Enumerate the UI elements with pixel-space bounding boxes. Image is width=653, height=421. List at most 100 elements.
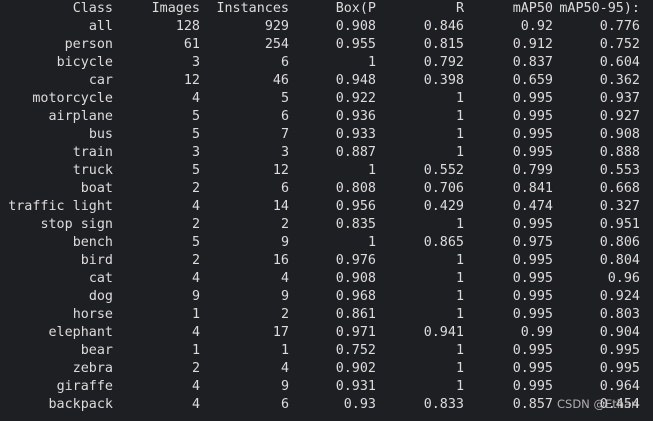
cell-box-p: 0.976 — [335, 253, 376, 268]
cell-map50: 0.841 — [512, 181, 553, 196]
cell-class: truck — [72, 163, 113, 178]
header-instances: Instances — [216, 1, 289, 16]
cell-map50: 0.995 — [512, 379, 553, 394]
header-map50-95: mAP50-95): — [559, 1, 640, 16]
table-row: elephant 4 17 0.971 0.941 0.99 0.904 — [0, 324, 653, 342]
cell-map50: 0.995 — [512, 361, 553, 376]
cell-box-p: 0.971 — [335, 325, 376, 340]
cell-images: 1 — [191, 307, 200, 322]
cell-map50-95: 0.927 — [599, 109, 640, 124]
cell-r: 0.792 — [423, 55, 464, 70]
cell-instances: 7 — [280, 127, 289, 142]
cell-class: person — [64, 37, 113, 52]
cell-map50-95: 0.752 — [599, 37, 640, 52]
cell-class: stop sign — [40, 217, 113, 232]
cell-map50: 0.659 — [512, 73, 553, 88]
table-row: zebra 2 4 0.902 1 0.995 0.995 — [0, 360, 653, 378]
cell-instances: 1 — [280, 343, 289, 358]
cell-r: 0.706 — [423, 181, 464, 196]
cell-class: giraffe — [56, 379, 113, 394]
cell-r: 0.865 — [423, 235, 464, 250]
cell-box-p: 1 — [367, 55, 376, 70]
cell-box-p: 0.948 — [335, 73, 376, 88]
table-row: bird 2 16 0.976 1 0.995 0.804 — [0, 252, 653, 270]
header-images: Images — [151, 1, 200, 16]
cell-map50-95: 0.96 — [607, 271, 640, 286]
table-row: horse 1 2 0.861 1 0.995 0.803 — [0, 306, 653, 324]
cell-instances: 6 — [280, 397, 289, 412]
cell-box-p: 0.908 — [335, 19, 376, 34]
cell-images: 4 — [191, 325, 200, 340]
cell-map50-95: 0.995 — [599, 343, 640, 358]
cell-images: 2 — [191, 181, 200, 196]
cell-images: 4 — [191, 91, 200, 106]
cell-map50-95: 0.908 — [599, 127, 640, 142]
cell-box-p: 0.752 — [335, 343, 376, 358]
cell-r: 1 — [455, 145, 464, 160]
cell-class: bus — [88, 127, 113, 142]
cell-map50-95: 0.668 — [599, 181, 640, 196]
cell-r: 0.815 — [423, 37, 464, 52]
cell-map50: 0.995 — [512, 343, 553, 358]
cell-images: 4 — [191, 199, 200, 214]
cell-map50-95: 0.362 — [599, 73, 640, 88]
table-row: cat 4 4 0.908 1 0.995 0.96 — [0, 270, 653, 288]
cell-images: 128 — [175, 19, 200, 34]
table-row: bear 1 1 0.752 1 0.995 0.995 — [0, 342, 653, 360]
cell-map50-95: 0.964 — [599, 379, 640, 394]
cell-map50-95: 0.803 — [599, 307, 640, 322]
cell-images: 12 — [183, 73, 200, 88]
cell-map50-95: 0.937 — [599, 91, 640, 106]
terminal-output: Class Images Instances Box(P RmAP50 mAP50-95)… — [0, 0, 653, 421]
cell-instances: 6 — [280, 109, 289, 124]
cell-box-p: 0.931 — [335, 379, 376, 394]
cell-images: 2 — [191, 253, 200, 268]
cell-instances: 17 — [272, 325, 289, 340]
cell-instances: 2 — [280, 217, 289, 232]
cell-map50: 0.99 — [520, 325, 553, 340]
cell-instances: 14 — [272, 199, 289, 214]
cell-map50: 0.912 — [512, 37, 553, 52]
cell-r: 0.941 — [423, 325, 464, 340]
table-row: truck 5 12 1 0.552 0.799 0.553 — [0, 162, 653, 180]
cell-instances: 9 — [280, 289, 289, 304]
header-box-p: Box(P — [335, 1, 376, 16]
header-r: R — [455, 1, 464, 16]
cell-class: traffic light — [8, 199, 113, 214]
cell-box-p: 0.968 — [335, 289, 376, 304]
table-row: backpack 4 6 0.93 0.833 0.857 0.454 — [0, 396, 653, 414]
cell-box-p: 0.955 — [335, 37, 376, 52]
cell-box-p: 0.933 — [335, 127, 376, 142]
cell-images: 2 — [191, 217, 200, 232]
cell-map50-95: 0.904 — [599, 325, 640, 340]
cell-map50: 0.799 — [512, 163, 553, 178]
table-row: boat 2 6 0.808 0.706 0.841 0.668 — [0, 180, 653, 198]
cell-instances: 9 — [280, 235, 289, 250]
header-map50: mAP50 — [512, 1, 553, 16]
cell-map50-95: 0.553 — [599, 163, 640, 178]
cell-r: 1 — [455, 217, 464, 232]
cell-class: dog — [88, 289, 113, 304]
cell-images: 9 — [191, 289, 200, 304]
header-class: Class — [72, 1, 113, 16]
cell-map50-95: 0.924 — [599, 289, 640, 304]
cell-map50: 0.857 — [512, 397, 553, 412]
table-row: train 3 3 0.887 1 0.995 0.888 — [0, 144, 653, 162]
cell-class: motorcycle — [32, 91, 113, 106]
cell-map50: 0.837 — [512, 55, 553, 70]
table-row: car 12 46 0.948 0.398 0.659 0.362 — [0, 72, 653, 90]
cell-box-p: 0.835 — [335, 217, 376, 232]
cell-box-p: 0.808 — [335, 181, 376, 196]
cell-r: 0.833 — [423, 397, 464, 412]
table-row: stop sign 2 2 0.835 1 0.995 0.951 — [0, 216, 653, 234]
cell-box-p: 1 — [367, 235, 376, 250]
table-row: motorcycle 4 5 0.922 1 0.995 0.937 — [0, 90, 653, 108]
cell-map50: 0.995 — [512, 145, 553, 160]
cell-images: 3 — [191, 145, 200, 160]
cell-r: 1 — [455, 91, 464, 106]
cell-images: 5 — [191, 235, 200, 250]
cell-r: 1 — [455, 109, 464, 124]
table-row: bus 5 7 0.933 1 0.995 0.908 — [0, 126, 653, 144]
cell-images: 4 — [191, 271, 200, 286]
cell-map50: 0.995 — [512, 109, 553, 124]
